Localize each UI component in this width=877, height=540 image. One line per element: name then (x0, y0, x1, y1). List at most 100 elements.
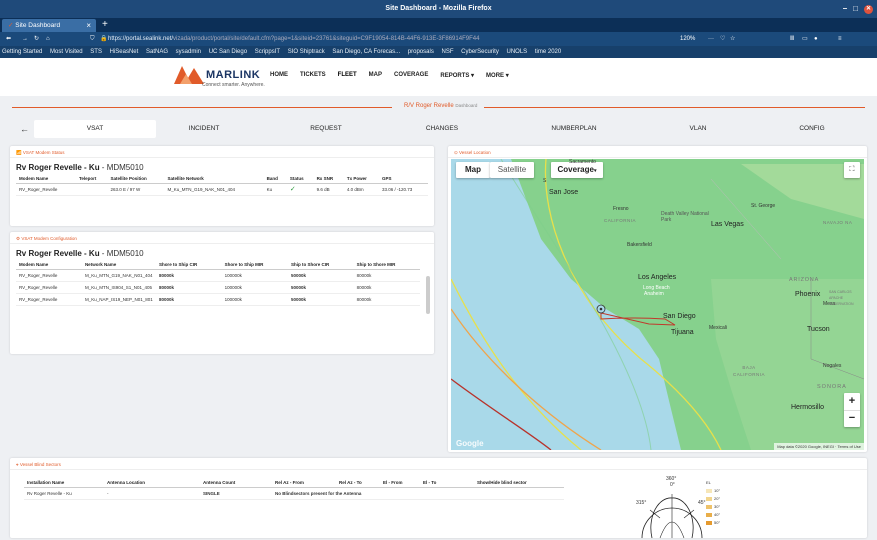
table-cell: 100000k (221, 269, 288, 282)
antenna-icon: ⌖ (16, 462, 19, 467)
map-label-san-jose: San Jose (549, 189, 579, 196)
map-label-baja: BAJA CALIFORNIA (732, 365, 765, 377)
table-scrollbar[interactable] (426, 276, 430, 314)
map-attribution: Map data ©2020 Google, INEGI · Terms of … (774, 443, 864, 450)
table-cell: 100000k (221, 293, 288, 306)
tab-vsat[interactable]: VSAT (34, 120, 156, 138)
tab-vlan[interactable]: VLAN (656, 120, 740, 138)
nav-reports[interactable]: REPORTS ▾ (440, 72, 474, 79)
vessel-subtitle: Dashboard (455, 103, 478, 108)
bookmark-item[interactable]: proposals (408, 49, 434, 55)
table-row[interactable]: RV_Roger_Revelle M_Ku_MTN_G19_NAK_N01_40… (16, 269, 420, 282)
legend-label: 50° (714, 520, 721, 525)
table-row[interactable]: RV_Roger_Revelle M_Ku_NAP_IS19_NEP_N01_8… (16, 293, 420, 306)
zoom-level[interactable]: 120% (680, 32, 695, 46)
back-arrow-icon[interactable]: ← (20, 124, 29, 134)
bookmarks-toolbar: Getting Started Most Visited STS HiSeasN… (0, 46, 877, 58)
map-type-satellite-button[interactable]: Satellite (490, 162, 534, 178)
terms-link[interactable]: Terms of Use (837, 444, 861, 449)
bookmark-item[interactable]: time 2020 (535, 49, 561, 55)
bookmark-item[interactable]: Getting Started (2, 49, 42, 55)
home-icon[interactable]: ⌂ (46, 32, 50, 46)
bookmark-item[interactable]: sysadmin (176, 49, 201, 55)
bookmark-star-icon[interactable]: ☆ (730, 32, 735, 46)
bookmark-item[interactable]: Most Visited (50, 49, 83, 55)
library-icon[interactable]: Ⅲ (790, 32, 794, 46)
site-header: MARLINK Connect smarter. Anywhere. HOME … (0, 58, 877, 96)
nav-home[interactable]: HOME (270, 72, 288, 79)
tab-incident[interactable]: INCIDENT (162, 120, 246, 138)
vessel-map[interactable]: Map Satellite Coverage▾ ⛶ Sacramento S S… (451, 159, 864, 450)
map-type-map-button[interactable]: Map (456, 162, 490, 178)
bookmark-item[interactable]: STS (90, 49, 102, 55)
map-label-tucson: Tucson (807, 326, 830, 333)
pocket-icon[interactable]: ♡ (720, 32, 725, 46)
map-label-sacramento: Sacramento (569, 159, 596, 165)
shield-icon[interactable]: ⛉ (90, 32, 95, 46)
map-label-mexicali: Mexicali (709, 325, 728, 331)
bookmark-item[interactable]: SatNAG (146, 49, 168, 55)
bookmark-item[interactable]: CyberSecurity (461, 49, 499, 55)
tab-numberplan[interactable]: NUMBERPLAN (532, 120, 616, 138)
column-header: Tx Power (343, 174, 379, 184)
page-actions-icon[interactable]: ··· (708, 32, 714, 46)
forward-icon[interactable]: → (22, 32, 28, 46)
table-row[interactable]: Rv Roger Revelle - Ku - SINGLE No Blinds… (24, 487, 564, 500)
nav-map[interactable]: MAP (369, 72, 382, 79)
location-pin-icon: ⊙ (454, 150, 458, 155)
card-header: ⊙ Vessel Location (448, 146, 867, 158)
bookmark-item[interactable]: SIO Shiptrack (288, 49, 325, 55)
table-cell: 263.0 E / 97 W (107, 183, 165, 196)
bookmark-item[interactable]: NSF (441, 49, 453, 55)
map-label-phoenix: Phoenix (795, 291, 821, 298)
logo-tagline: Connect smarter. Anywhere. (202, 82, 265, 88)
tab-changes[interactable]: CHANGES (400, 120, 484, 138)
map-label-st-george: St. George (751, 203, 776, 209)
marlink-logo[interactable]: MARLINK Connect smarter. Anywhere. (172, 64, 265, 90)
nav-fleet[interactable]: FLEET (338, 72, 357, 79)
column-header: Rel Az - From (272, 478, 336, 488)
back-icon[interactable]: ⬅ (6, 32, 11, 46)
column-header: Ship to Shore CIR (287, 260, 354, 270)
modem-config-title: Rv Roger Revelle - Ku - MDM5010 (10, 244, 434, 260)
bookmark-item[interactable]: UC San Diego (209, 49, 247, 55)
extension-icon[interactable]: ● (814, 32, 818, 46)
polar-label: 0° (670, 482, 675, 488)
reload-icon[interactable]: ↻ (34, 32, 39, 46)
table-cell: 33.06 / -120.73 (379, 183, 428, 196)
new-tab-icon[interactable]: + (102, 18, 108, 31)
column-header: Show/Hide blind sector (474, 478, 564, 488)
signal-icon: 📶 (16, 150, 22, 155)
bookmark-item[interactable]: HiSeasNet (110, 49, 139, 55)
url-bar[interactable]: https://portal.sealink.net/vizada/produc… (108, 33, 748, 45)
map-label-tijuana: Tijuana (671, 329, 694, 336)
main-nav: HOME TICKETS FLEET MAP COVERAGE REPORTS … (270, 72, 509, 79)
table-cell: 80000k (155, 269, 222, 282)
menu-icon[interactable]: ≡ (838, 32, 842, 46)
zoom-out-button[interactable]: − (844, 410, 860, 427)
table-row[interactable]: RV_Roger_Revelle 263.0 E / 97 W M_Ku_MTN… (16, 183, 428, 196)
zoom-in-button[interactable]: + (844, 393, 860, 410)
close-icon[interactable]: ✕ (864, 4, 873, 14)
fullscreen-icon[interactable]: ⛶ (844, 162, 860, 178)
tab-close-icon[interactable]: × (86, 19, 91, 32)
maximize-icon[interactable]: □ (853, 0, 858, 18)
browser-tab[interactable]: ✓ Site Dashboard × (2, 19, 96, 32)
bookmark-item[interactable]: San Diego, CA Forecas... (332, 49, 400, 55)
bookmark-item[interactable]: ScrippsIT (255, 49, 280, 55)
sidebar-icon[interactable]: ▭ (802, 32, 808, 46)
nav-tickets[interactable]: TICKETS (300, 72, 326, 79)
tab-request[interactable]: REQUEST (284, 120, 368, 138)
legend-swatch (706, 512, 712, 517)
map-copyright: Map data ©2020 Google, INEGI (777, 444, 834, 449)
minimize-icon[interactable]: – (843, 0, 847, 18)
polar-label: 45° (698, 500, 706, 506)
map-label-anaheim: Anaheim (644, 291, 664, 297)
table-row[interactable]: RV_Roger_Revelle M_Ku_MTN_IS904_S1_N01_4… (16, 281, 420, 294)
nav-coverage[interactable]: COVERAGE (394, 72, 428, 79)
nav-more[interactable]: MORE ▾ (486, 72, 509, 79)
blind-sector-polar-chart: 360° 0° 315° 45° (620, 476, 720, 539)
bookmark-item[interactable]: UNOLS (507, 49, 528, 55)
tab-config[interactable]: CONFIG (770, 120, 854, 138)
map-label-navajo: NAVAJO NA (823, 220, 853, 225)
